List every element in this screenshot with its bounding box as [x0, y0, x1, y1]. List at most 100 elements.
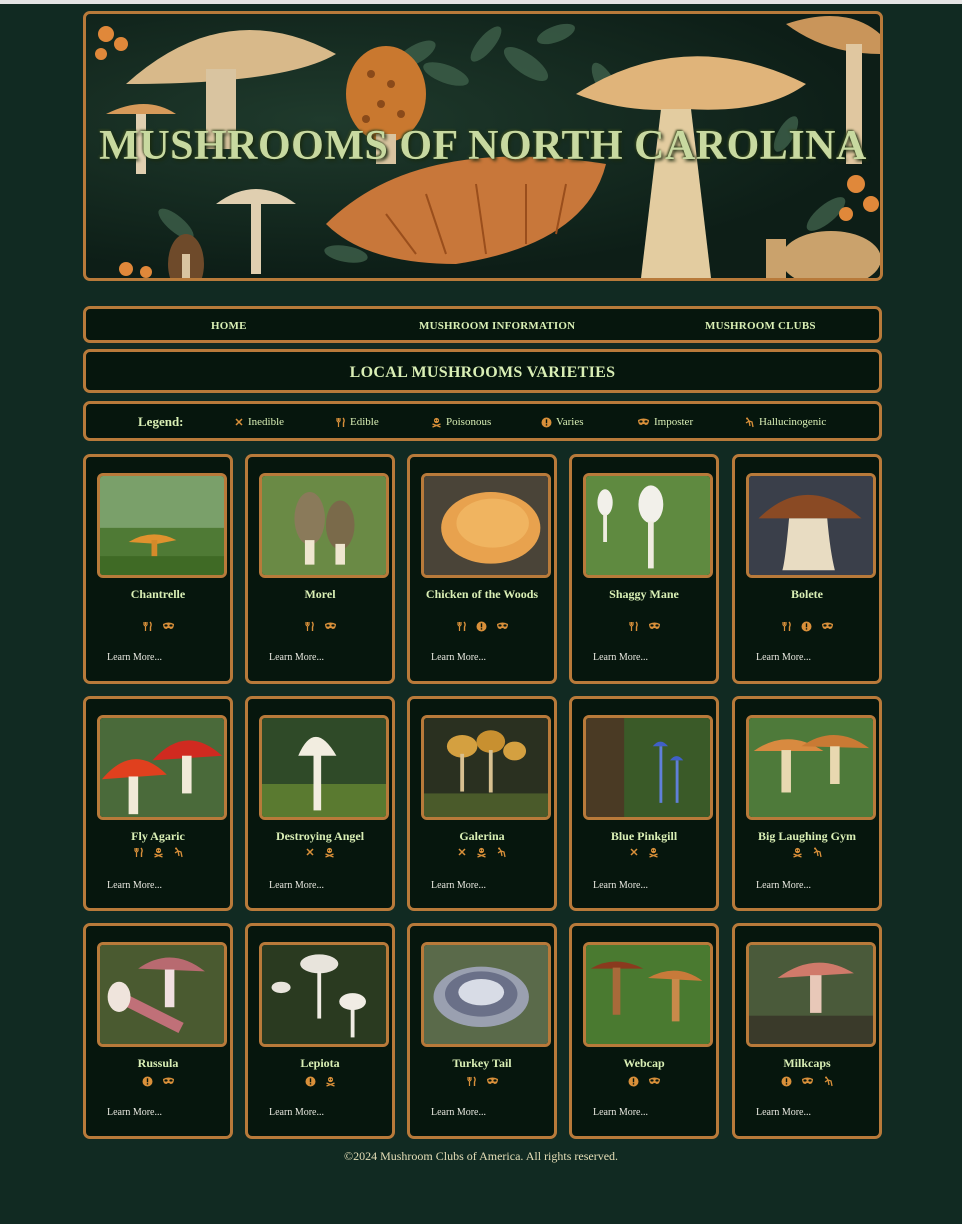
learn-more-link[interactable]: Learn More...: [269, 1107, 324, 1118]
fork-knife-icon: [781, 621, 792, 632]
mushroom-card: Milkcaps Learn More...: [732, 923, 882, 1139]
hero-banner: MUSHROOMS OF NORTH CAROLINA: [83, 11, 883, 281]
exclamation-circle-icon: [142, 1076, 153, 1087]
learn-more-link[interactable]: Learn More...: [431, 1107, 486, 1118]
exclamation-circle-icon: [305, 1076, 316, 1087]
legend-item-varies: Varies: [541, 416, 584, 428]
mushroom-photo: [583, 715, 713, 820]
learn-more-link[interactable]: Learn More...: [593, 1107, 648, 1118]
hallucinogenic-icon: [496, 847, 507, 858]
mushroom-name: Webcap: [623, 1056, 665, 1070]
legend-bar: Legend: Inedible Edible Poisonous Varies…: [83, 401, 882, 441]
learn-more-link[interactable]: Learn More...: [431, 652, 486, 663]
legend-item-inedible: Inedible: [234, 416, 284, 428]
learn-more-link[interactable]: Learn More...: [269, 652, 324, 663]
mushroom-tag-icons: [86, 1076, 230, 1087]
legend-item-edible: Edible: [335, 416, 379, 428]
learn-more-link[interactable]: Learn More...: [593, 880, 648, 891]
mushroom-photo: [97, 715, 227, 820]
nav-mushroom-clubs[interactable]: MUSHROOM CLUBS: [705, 320, 816, 332]
hallucinogenic-icon: [173, 847, 184, 858]
mushroom-tag-icons: [410, 621, 554, 632]
legend-item-label: Hallucinogenic: [759, 416, 827, 428]
skull-crossbones-icon: [792, 847, 803, 858]
legend-item-label: Edible: [350, 416, 379, 428]
main-nav: HOME MUSHROOM INFORMATION MUSHROOM CLUBS: [83, 306, 882, 343]
legend-label: Legend:: [138, 414, 184, 429]
mask-icon: [162, 621, 175, 632]
hallucinogenic-icon: [744, 417, 755, 428]
learn-more-link[interactable]: Learn More...: [756, 652, 811, 663]
skull-crossbones-icon: [153, 847, 164, 858]
learn-more-link[interactable]: Learn More...: [107, 1107, 162, 1118]
x-icon: [305, 847, 315, 858]
mushroom-card: Turkey Tail Learn More...: [407, 923, 557, 1139]
mushroom-photo: [583, 473, 713, 578]
mushroom-card: Galerina Learn More...: [407, 696, 557, 911]
legend-item-imposter: Imposter: [637, 416, 693, 428]
mushroom-card: Destroying Angel Learn More...: [245, 696, 395, 911]
mushroom-name: Chicken of the Woods: [425, 587, 539, 601]
mushroom-tag-icons: [735, 847, 879, 858]
mask-icon: [162, 1076, 175, 1087]
fork-knife-icon: [628, 621, 639, 632]
learn-more-link[interactable]: Learn More...: [756, 1107, 811, 1118]
skull-crossbones-icon: [324, 847, 335, 858]
mushroom-tag-icons: [248, 621, 392, 632]
mushroom-card: Fly Agaric Learn More...: [83, 696, 233, 911]
mushroom-card: Shaggy Mane Learn More...: [569, 454, 719, 684]
learn-more-link[interactable]: Learn More...: [107, 880, 162, 891]
mushroom-tag-icons: [735, 621, 879, 632]
mask-icon: [637, 417, 650, 427]
mushroom-name: Bolete: [791, 587, 823, 601]
mushroom-tag-icons: [572, 847, 716, 858]
x-icon: [457, 847, 467, 858]
mushroom-photo: [421, 942, 551, 1047]
mushroom-photo: [421, 473, 551, 578]
mushroom-photo: [259, 473, 389, 578]
mushroom-card: Morel Learn More...: [245, 454, 395, 684]
mushroom-name: Destroying Angel: [275, 829, 365, 843]
mushroom-name: Galerina: [459, 829, 505, 843]
nav-mushroom-information[interactable]: MUSHROOM INFORMATION: [419, 320, 575, 332]
exclamation-circle-icon: [801, 621, 812, 632]
mushroom-card: Bolete Learn More...: [732, 454, 882, 684]
mask-icon: [801, 1076, 814, 1087]
legend-item-label: Poisonous: [446, 416, 492, 428]
mask-icon: [486, 1076, 499, 1087]
skull-crossbones-icon: [325, 1076, 336, 1087]
learn-more-link[interactable]: Learn More...: [431, 880, 486, 891]
fork-knife-icon: [142, 621, 153, 632]
mushroom-card: Blue Pinkgill Learn More...: [569, 696, 719, 911]
legend-item-hallucinogenic: Hallucinogenic: [744, 416, 826, 428]
skull-crossbones-icon: [431, 417, 442, 428]
mushroom-name: Big Laughing Gym: [757, 829, 857, 843]
mushroom-name: Fly Agaric: [131, 829, 185, 843]
fork-knife-icon: [456, 621, 467, 632]
mushroom-tag-icons: [248, 847, 392, 858]
mushroom-name: Lepiota: [300, 1056, 340, 1070]
mushroom-name: Milkcaps: [783, 1056, 831, 1070]
mushroom-card: Chicken of the Woods Learn More...: [407, 454, 557, 684]
mushroom-photo: [746, 473, 876, 578]
learn-more-link[interactable]: Learn More...: [756, 880, 811, 891]
learn-more-link[interactable]: Learn More...: [107, 652, 162, 663]
mushroom-name: Blue Pinkgill: [610, 829, 678, 843]
learn-more-link[interactable]: Learn More...: [593, 652, 648, 663]
hallucinogenic-icon: [823, 1076, 834, 1087]
hallucinogenic-icon: [812, 847, 823, 858]
legend-item-poisonous: Poisonous: [431, 416, 491, 428]
mushroom-photo: [259, 942, 389, 1047]
nav-home[interactable]: HOME: [211, 320, 247, 332]
mushroom-tag-icons: [86, 621, 230, 632]
legend-item-label: Imposter: [654, 416, 694, 428]
fork-knife-icon: [304, 621, 315, 632]
section-heading-bar: LOCAL MUSHROOMS VARIETIES: [83, 349, 882, 393]
fork-knife-icon: [335, 417, 346, 428]
mask-icon: [648, 1076, 661, 1087]
fork-knife-icon: [466, 1076, 477, 1087]
mushroom-photo: [746, 942, 876, 1047]
learn-more-link[interactable]: Learn More...: [269, 880, 324, 891]
mushroom-photo: [583, 942, 713, 1047]
mushroom-tag-icons: [572, 1076, 716, 1087]
